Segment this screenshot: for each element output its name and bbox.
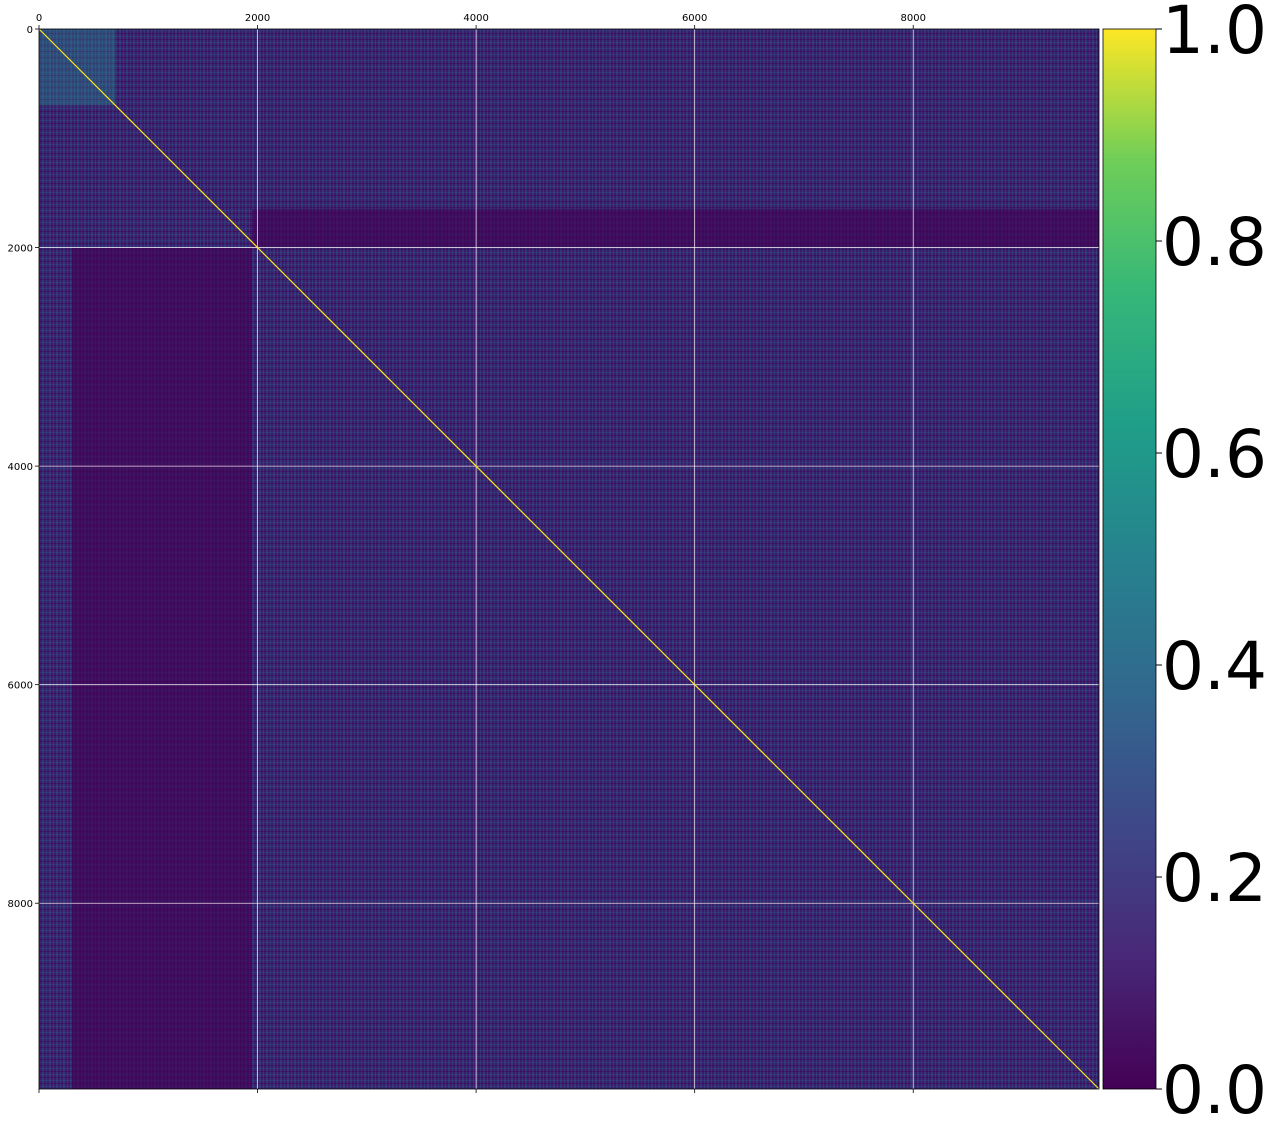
heatmap-region-0: [71, 247, 253, 1089]
x-tick-label-0: 0: [36, 13, 42, 24]
x-tick-label-4: 8000: [901, 13, 926, 24]
colorbar-gradient: [1102, 28, 1157, 1090]
y-tick-label-0: 0: [27, 25, 33, 36]
y-tick-label-2: 4000: [8, 462, 33, 473]
y-tick-label-4: 8000: [8, 899, 33, 910]
colorbar-tick-label-2: 0.4: [1162, 628, 1265, 705]
colorbar-tick-label-5: 1.0: [1162, 0, 1265, 69]
y-tick-label-1: 2000: [8, 244, 33, 255]
y-axis-ticks: 0 2000 4000 6000 8000: [8, 25, 39, 910]
y-tick-label-3: 6000: [8, 681, 33, 692]
colorbar-tick-label-0: 0.0: [1162, 1052, 1265, 1129]
colorbar-tick-label-4: 0.8: [1162, 204, 1265, 281]
heatmap-figure: 0 2000 4000 6000 8000 02000400060008000 0.00…: [8, 0, 1265, 1129]
colorbar-tick-label-3: 0.6: [1162, 416, 1265, 493]
x-tick-label-1: 2000: [245, 13, 270, 24]
heatmap-region-1: [252, 209, 1100, 248]
colorbar-tick-label-1: 0.2: [1162, 840, 1265, 917]
colorbar: 0.0 0.2 0.4 0.6 0.8 1.0: [1102, 0, 1265, 1129]
x-tick-label-2: 4000: [463, 13, 488, 24]
x-tick-label-3: 6000: [682, 13, 707, 24]
